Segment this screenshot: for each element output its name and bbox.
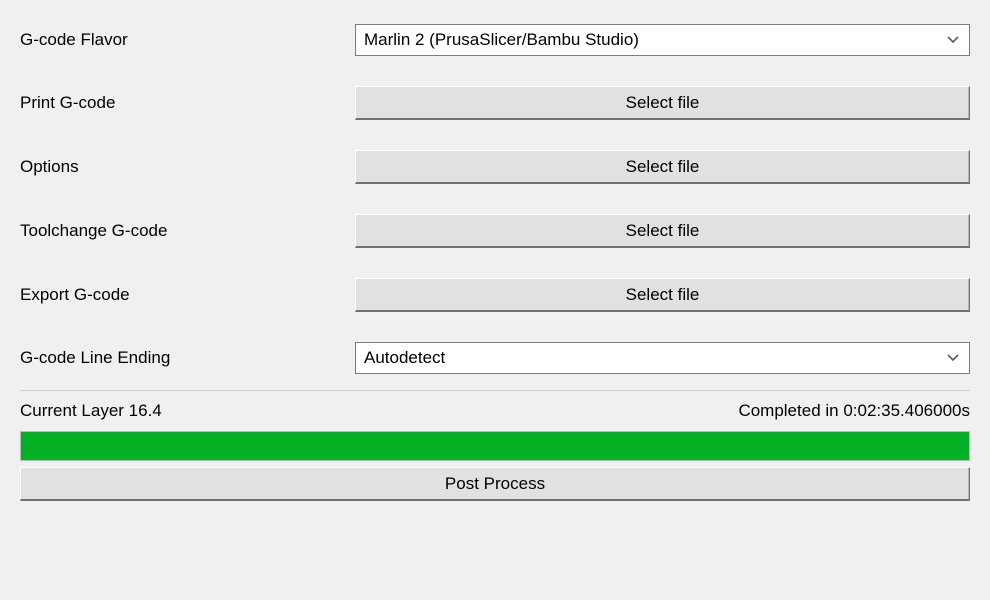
label-options: Options [20,157,355,177]
status-row: Current Layer 16.4 Completed in 0:02:35.… [20,401,970,421]
select-gcode-flavor[interactable]: Marlin 2 (PrusaSlicer/Bambu Studio) [355,24,970,56]
divider [20,390,970,391]
row-print-gcode: Print G-code Select file [20,86,970,120]
label-gcode-flavor: G-code Flavor [20,30,355,50]
select-file-options-button[interactable]: Select file [355,150,970,184]
current-layer-text: Current Layer 16.4 [20,401,162,421]
completed-time-text: Completed in 0:02:35.406000s [738,401,970,421]
label-line-ending: G-code Line Ending [20,348,355,368]
row-gcode-flavor: G-code Flavor Marlin 2 (PrusaSlicer/Bamb… [20,24,970,56]
chevron-down-icon [947,36,959,44]
label-toolchange-gcode: Toolchange G-code [20,221,355,241]
row-options: Options Select file [20,150,970,184]
row-line-ending: G-code Line Ending Autodetect [20,342,970,374]
label-export-gcode: Export G-code [20,285,355,305]
select-gcode-flavor-value: Marlin 2 (PrusaSlicer/Bambu Studio) [364,30,639,50]
select-file-print-gcode-button[interactable]: Select file [355,86,970,120]
select-line-ending-value: Autodetect [364,348,445,368]
select-file-toolchange-gcode-button[interactable]: Select file [355,214,970,248]
row-export-gcode: Export G-code Select file [20,278,970,312]
row-toolchange-gcode: Toolchange G-code Select file [20,214,970,248]
select-file-export-gcode-button[interactable]: Select file [355,278,970,312]
select-line-ending[interactable]: Autodetect [355,342,970,374]
label-print-gcode: Print G-code [20,93,355,113]
chevron-down-icon [947,354,959,362]
progress-bar-fill [21,432,969,460]
post-process-button[interactable]: Post Process [20,467,970,501]
progress-bar [20,431,970,461]
